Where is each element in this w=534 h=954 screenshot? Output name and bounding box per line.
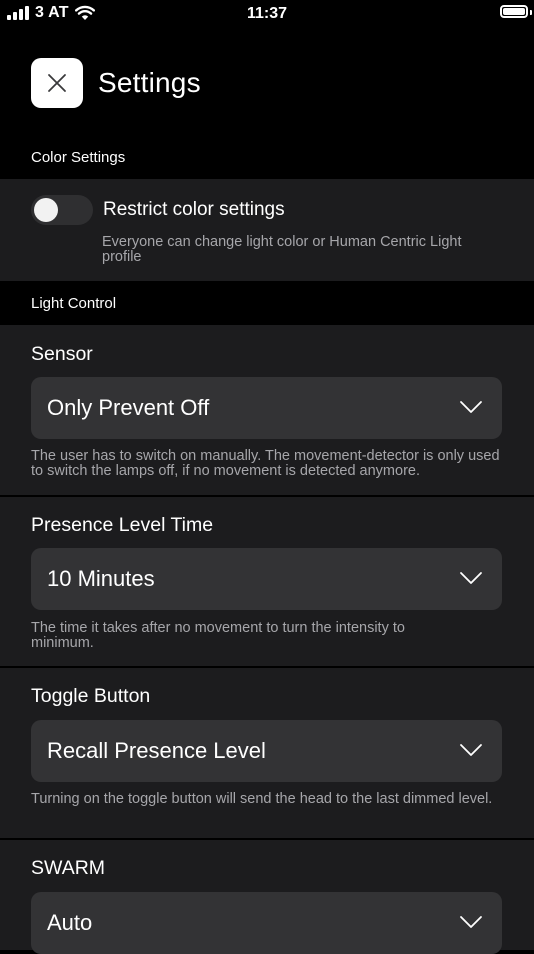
presence-level-time-dropdown[interactable]: 10 Minutes [31,548,502,610]
swarm-dropdown[interactable]: Auto [31,892,502,954]
close-icon [48,74,66,92]
battery-tip [530,10,532,15]
toggle-button-label: Toggle Button [31,685,151,707]
toggle-button-card: Toggle Button Recall Presence Level Turn… [0,668,534,838]
status-bar: 3 AT 11:37 [0,0,534,30]
swarm-label: SWARM [31,857,106,879]
presence-level-time-label: Presence Level Time [31,514,214,536]
presence-level-time-help-text: The time it takes after no movement to t… [31,620,405,651]
presence-level-time-card: Presence Level Time 10 Minutes The time … [0,497,534,666]
chevron-down-icon [460,572,482,584]
page-title: Settings [98,67,201,98]
sensor-card: Sensor Only Prevent Off The user has to … [0,325,534,495]
swarm-card: SWARM Auto [0,840,534,954]
toggle-button-dropdown[interactable]: Recall Presence Level [31,720,502,782]
sensor-label: Sensor [31,343,93,365]
color-settings-help-text: Everyone can change light color or Human… [102,234,462,265]
swarm-selected-value: Auto [47,910,93,935]
sensor-selected-value: Only Prevent Off [47,395,210,420]
chevron-down-icon [460,916,482,928]
status-time: 11:37 [246,5,288,22]
toggle-knob [34,198,58,222]
color-settings-card: Restrict color settings Everyone can cha… [0,179,534,281]
sensor-dropdown[interactable]: Only Prevent Off [31,377,502,439]
section-label-light-control: Light Control [31,295,117,312]
chevron-down-icon [460,401,482,413]
sensor-help-text: The user has to switch on manually. The … [31,448,500,479]
section-label-color-settings: Color Settings [31,149,126,166]
toggle-button-selected-value: Recall Presence Level [47,738,266,763]
restrict-color-settings-toggle[interactable] [31,195,93,225]
chevron-down-icon [460,744,482,756]
battery-icon [500,5,528,18]
close-button[interactable] [31,58,83,108]
header: Settings [31,58,201,108]
restrict-color-settings-label: Restrict color settings [103,199,285,220]
presence-level-time-selected-value: 10 Minutes [47,566,155,591]
toggle-button-help-text: Turning on the toggle button will send t… [31,791,493,807]
